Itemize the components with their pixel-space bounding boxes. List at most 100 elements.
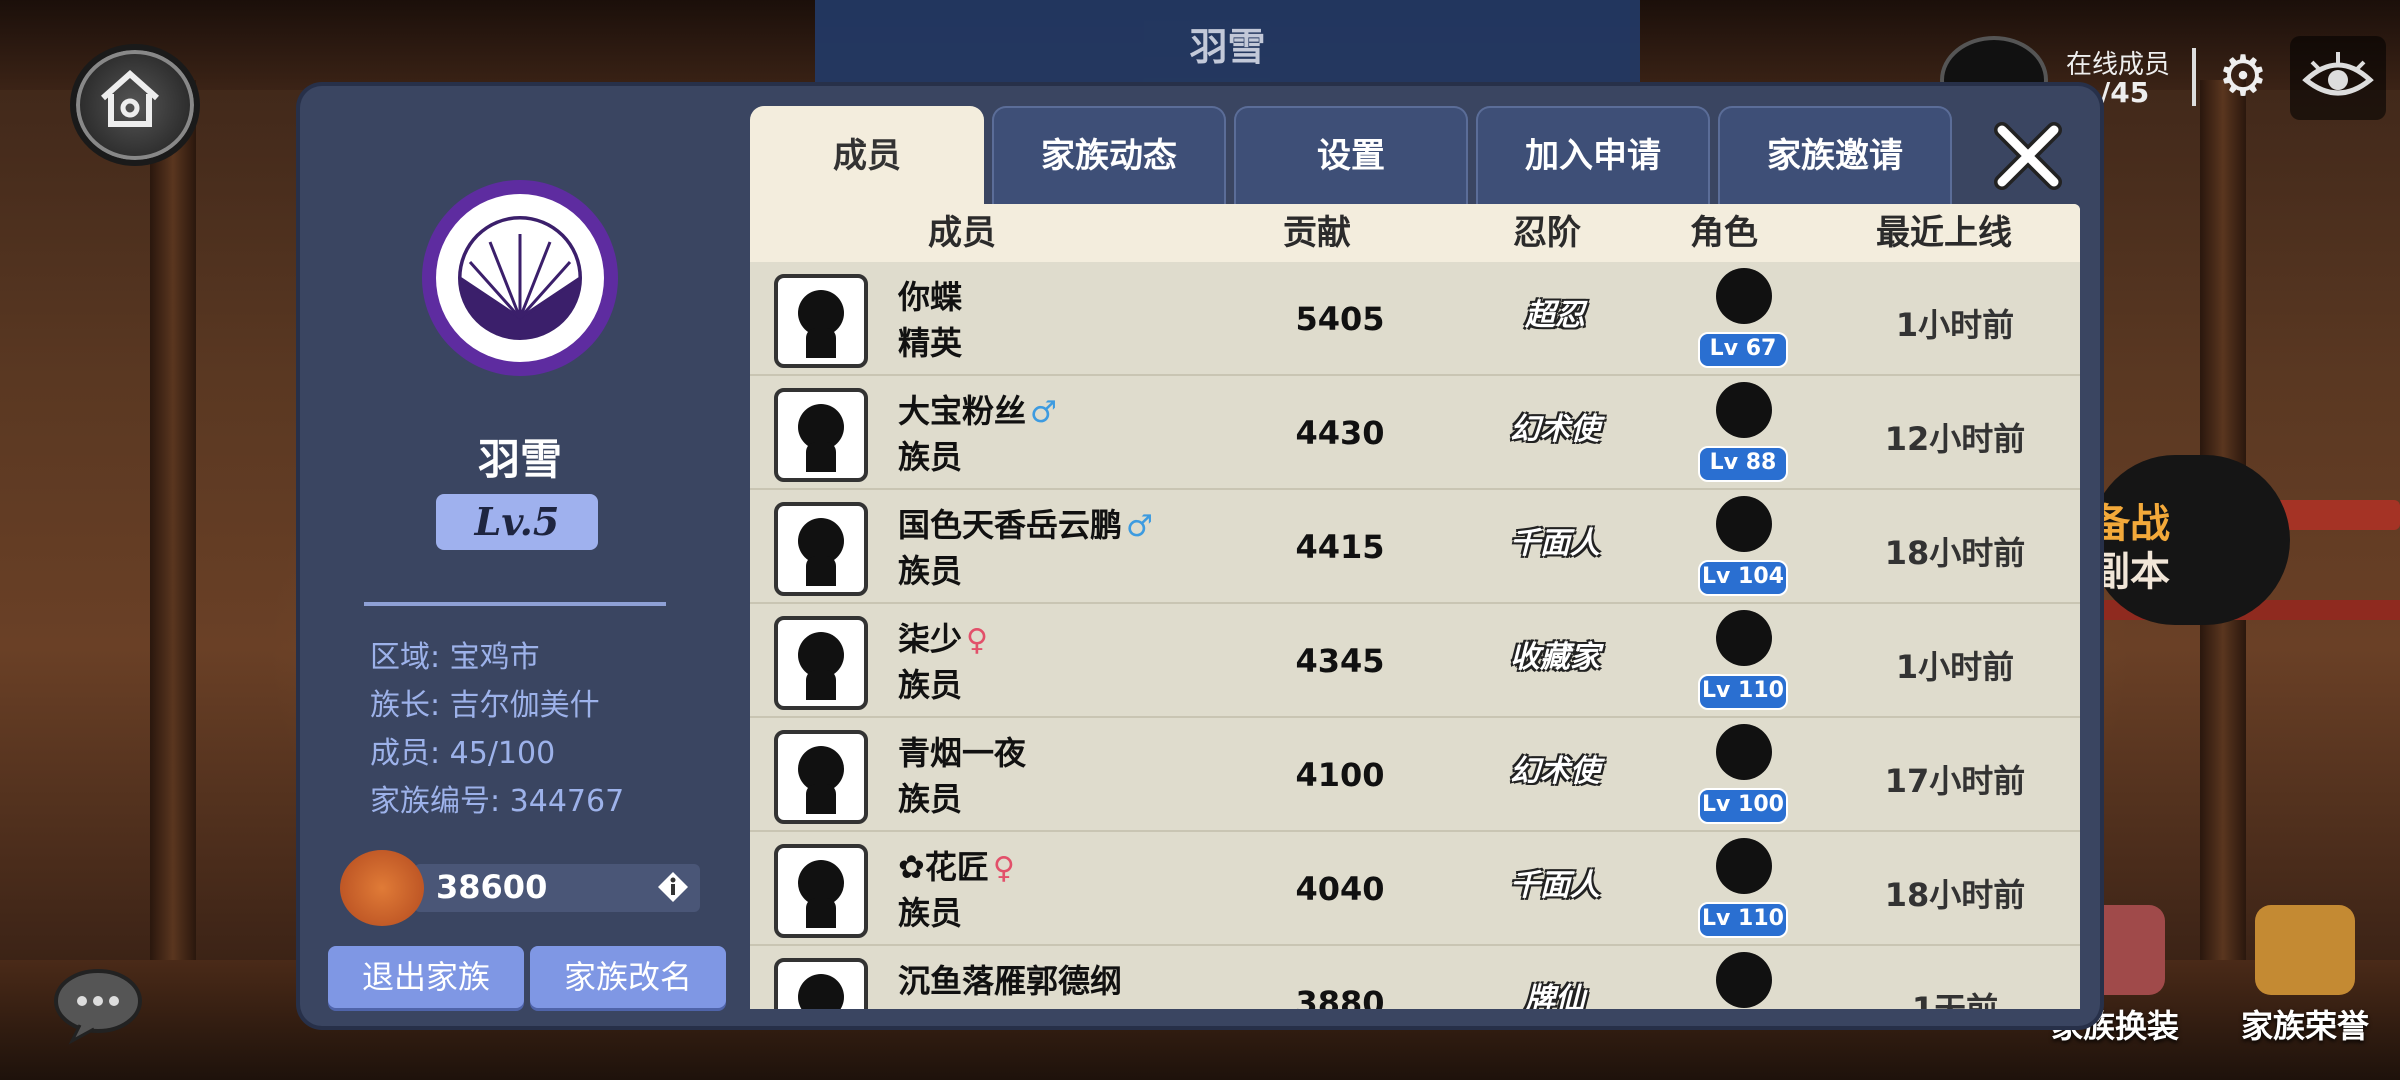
member-last-online: 1小时前 <box>1895 648 2015 686</box>
table-row[interactable]: 大宝粉丝 ♂ 族员 4430 幻术使 Lv 88 12小时前 <box>750 376 2080 491</box>
member-last-online: 17小时前 <box>1884 762 2026 800</box>
character-level: Lv 104 <box>1698 560 1788 596</box>
member-character: Lv 100 <box>1698 724 1788 824</box>
prepare-battle-button[interactable]: 备战 副本 <box>2090 455 2290 625</box>
table-row[interactable]: ✿花匠 ♀ 族员 4040 千面人 Lv 110 18小时前 <box>750 832 2080 947</box>
member-grade-badge: 幻术使 <box>1510 412 1600 447</box>
header-grade: 忍阶 <box>1513 213 1581 253</box>
info-divider <box>364 602 666 606</box>
member-name: 你蝶 <box>898 272 962 318</box>
eye-icon <box>2302 52 2374 96</box>
member-avatar[interactable] <box>774 958 868 1009</box>
member-name: 国色天香岳云鹏 ♂ <box>898 500 1153 546</box>
table-row[interactable]: 国色天香岳云鹏 ♂ 族员 4415 千面人 Lv 104 18小时前 <box>750 490 2080 605</box>
member-character: Lv 110 <box>1698 838 1788 938</box>
table-row[interactable]: 沉鱼落雁郭德纲族员 3880 牌仙 1天前 <box>750 946 2080 1009</box>
member-contribution: 5405 <box>1295 300 1385 338</box>
header-role: 角色 <box>1690 213 1758 253</box>
member-last-online: 1小时前 <box>1895 306 2015 344</box>
character-icon <box>1716 952 1772 1008</box>
member-name-text: ✿花匠 <box>898 848 989 886</box>
member-avatar[interactable] <box>774 388 868 482</box>
honor-icon <box>2255 905 2355 995</box>
member-last-online: 1天前 <box>1911 990 1999 1009</box>
online-divider <box>2192 48 2196 106</box>
table-row[interactable]: 青烟一夜族员 4100 幻术使 Lv 100 17小时前 <box>750 718 2080 833</box>
member-name: ✿花匠 ♀ <box>898 842 1015 888</box>
character-level: Lv 110 <box>1698 902 1788 938</box>
member-rank: 族员 <box>898 1002 962 1009</box>
eye-button[interactable] <box>2290 36 2386 120</box>
member-avatar[interactable] <box>774 274 868 368</box>
side-line2: 副本 <box>2090 549 2170 595</box>
quit-family-button[interactable]: 退出家族 <box>328 946 524 1008</box>
member-rank: 族员 <box>898 438 963 476</box>
tab-join-requests[interactable]: 加入申请 <box>1476 106 1710 208</box>
member-avatar[interactable] <box>774 844 868 938</box>
chat-button[interactable] <box>50 965 146 1045</box>
tab-family-news[interactable]: 家族动态 <box>992 106 1226 208</box>
character-icon <box>1716 496 1772 552</box>
tab-settings[interactable]: 设置 <box>1234 106 1468 208</box>
character-level: Lv 67 <box>1698 332 1788 368</box>
family-funds: 38600 <box>340 850 700 926</box>
member-rank: 族员 <box>898 552 963 590</box>
character-icon <box>1716 382 1772 438</box>
member-rank: 族员 <box>898 666 963 704</box>
gear-icon[interactable]: ⚙ <box>2210 44 2276 110</box>
member-name-text: 青烟一夜 <box>898 734 1027 772</box>
table-row[interactable]: 柒少 ♀ 族员 4345 收藏家 Lv 110 1小时前 <box>750 604 2080 719</box>
member-character: Lv 110 <box>1698 610 1788 710</box>
member-name: 大宝粉丝 ♂ <box>898 386 1057 432</box>
member-rank: 族员 <box>898 894 963 932</box>
member-grade-badge: 千面人 <box>1510 868 1600 903</box>
member-grade-badge: 千面人 <box>1510 526 1600 561</box>
tab-members[interactable]: 成员 <box>750 106 984 208</box>
member-last-online: 18小时前 <box>1884 876 2026 914</box>
tab-family-invites[interactable]: 家族邀请 <box>1718 106 1952 208</box>
member-contribution: 4345 <box>1295 642 1385 680</box>
rename-family-button[interactable]: 家族改名 <box>530 946 726 1008</box>
member-contribution: 4415 <box>1295 528 1385 566</box>
member-avatar[interactable] <box>774 730 868 824</box>
member-rank: 族员 <box>898 780 963 818</box>
member-name-text: 大宝粉丝 <box>898 392 1027 430</box>
member-character: Lv 104 <box>1698 496 1788 596</box>
member-character: Lv 67 <box>1698 268 1788 368</box>
member-contribution: 4100 <box>1295 756 1385 794</box>
gender-icon: ♂ <box>1126 509 1153 544</box>
family-id: 家族编号: 344767 <box>370 784 625 819</box>
home-button[interactable] <box>70 44 200 166</box>
member-character <box>1698 952 1788 1009</box>
member-character: Lv 88 <box>1698 382 1788 482</box>
close-icon[interactable] <box>1992 120 2064 192</box>
table-row[interactable]: 你蝶 精英 5405 超忍 Lv 67 1小时前 <box>750 262 2080 377</box>
member-avatar[interactable] <box>774 616 868 710</box>
member-grade-badge: 幻术使 <box>1510 754 1600 789</box>
family-leader: 族长: 吉尔伽美什 <box>370 688 600 723</box>
chat-icon <box>54 969 142 1045</box>
family-name: 羽雪 <box>477 435 562 484</box>
home-icon <box>101 69 159 127</box>
funds-value: 38600 <box>436 868 548 906</box>
member-name-text: 国色天香岳云鹏 <box>898 506 1123 544</box>
member-avatar[interactable] <box>774 502 868 596</box>
character-icon <box>1716 610 1772 666</box>
family-members: 成员: 45/100 <box>370 736 556 771</box>
member-rank: 精英 <box>898 324 963 362</box>
member-name: 沉鱼落雁郭德纲 <box>898 956 1122 1002</box>
member-table: 成员 贡献 忍阶 角色 最近上线 你蝶 精英 5405 超忍 Lv 67 1小时前 大宝粉丝… <box>750 204 2080 1009</box>
member-name-text: 你蝶 <box>898 278 963 316</box>
coin-bag-icon <box>340 850 424 926</box>
fan-emblem-icon <box>422 180 618 376</box>
member-contribution: 4430 <box>1295 414 1385 452</box>
banner-title: 羽雪 <box>1189 25 1266 69</box>
family-honor-button[interactable]: 家族荣誉 <box>2230 905 2380 1047</box>
member-grade-badge: 收藏家 <box>1510 640 1600 675</box>
header-last-online: 最近上线 <box>1876 213 2012 253</box>
info-icon[interactable] <box>656 870 690 904</box>
member-last-online: 18小时前 <box>1884 534 2026 572</box>
member-name-text: 沉鱼落雁郭德纲 <box>898 962 1123 1000</box>
character-icon <box>1716 724 1772 780</box>
header-member: 成员 <box>928 213 996 253</box>
